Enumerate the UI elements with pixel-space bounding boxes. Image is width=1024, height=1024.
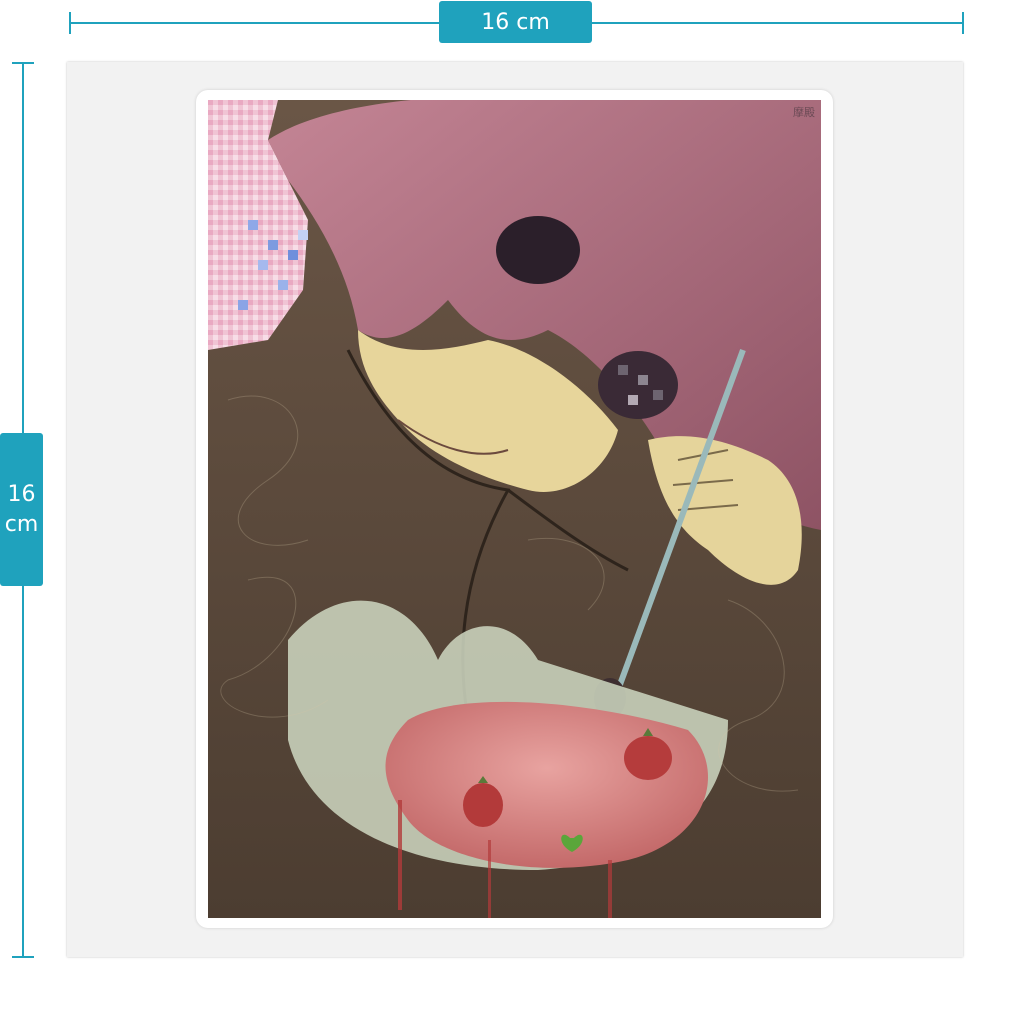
width-dimension-label: 16 cm	[439, 1, 592, 43]
width-dimension-cap-left	[69, 12, 71, 34]
height-dimension-label: 16 cm	[0, 433, 43, 586]
height-label-unit: cm	[4, 511, 39, 537]
illustration-graphic	[208, 100, 821, 918]
height-label-value: 16	[7, 481, 36, 507]
height-dimension-cap-top	[12, 62, 34, 64]
height-dimension-cap-bottom	[12, 956, 34, 958]
width-dimension-cap-right	[962, 12, 964, 34]
artwork-illustration: 摩殿	[208, 100, 821, 918]
artist-signature: 摩殿	[793, 106, 815, 119]
width-label-text: 16 cm	[481, 9, 550, 35]
